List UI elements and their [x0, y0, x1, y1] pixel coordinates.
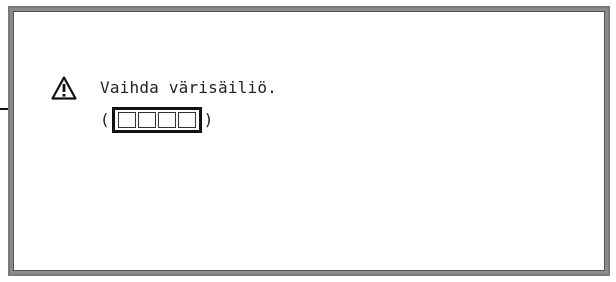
code-cell-3: [157, 112, 176, 128]
code-cell-4: [177, 112, 196, 128]
code-cell-1: [117, 112, 136, 128]
display-screen: Vaihda värisäiliö. ( ): [13, 11, 605, 271]
toner-code-line: ( ): [100, 107, 214, 133]
warning-triangle-icon: [51, 76, 77, 100]
code-close-paren: ): [203, 110, 214, 129]
display-panel-frame: Vaihda värisäiliö. ( ): [8, 6, 610, 276]
code-open-paren: (: [100, 110, 110, 129]
code-cell-2: [137, 112, 156, 128]
toner-code-highlight-box: [111, 107, 202, 133]
replace-toner-message: Vaihda värisäiliö.: [100, 78, 277, 97]
